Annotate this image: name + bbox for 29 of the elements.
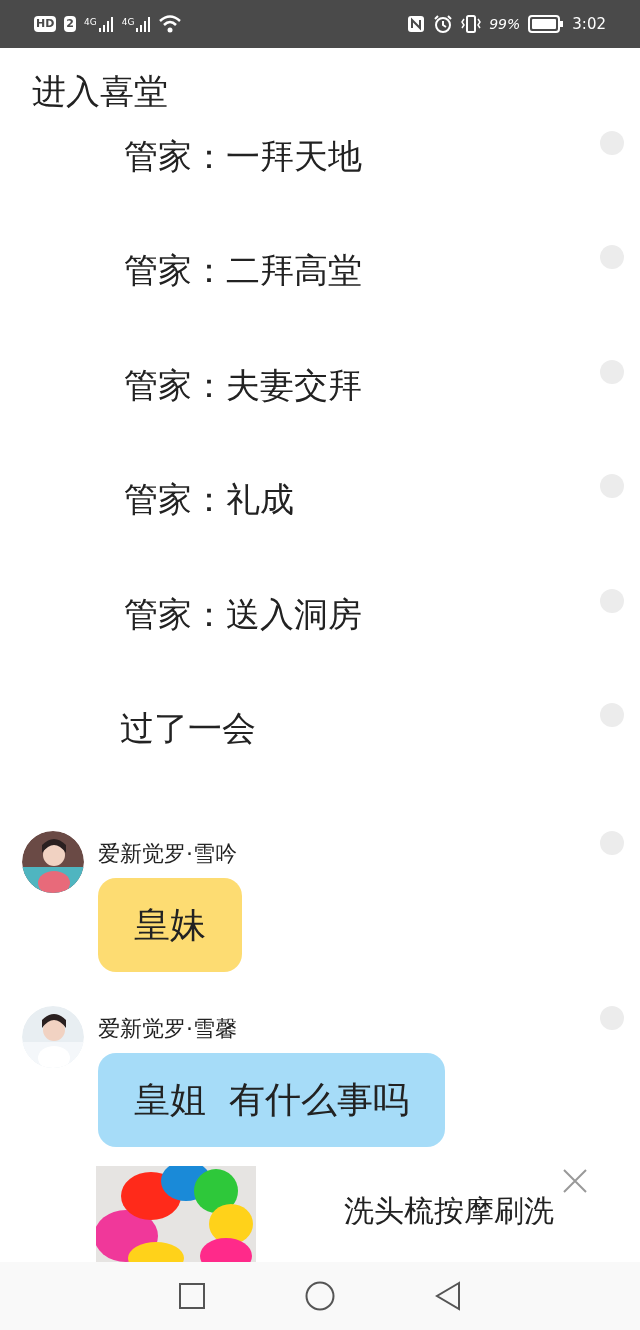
signal-icon — [97, 16, 114, 32]
clock: 3:02 — [572, 13, 606, 35]
narration-text: 管家：二拜高堂 — [123, 249, 362, 293]
hd-label: HD — [34, 15, 57, 33]
network-label: 4G — [84, 16, 97, 29]
page-title: 进入喜堂 — [31, 70, 169, 113]
sim-label: 2 — [64, 15, 76, 33]
vibrate-icon — [461, 15, 482, 33]
narration-text: 管家：一拜天地 — [123, 135, 362, 178]
message-bubble: 皇姐 有什么事吗 — [98, 1052, 445, 1147]
recents-icon[interactable] — [179, 1283, 205, 1309]
battery-icon — [528, 15, 565, 33]
back-icon[interactable] — [435, 1281, 461, 1311]
sender-name: 爱新觉罗·雪吟 — [98, 840, 237, 869]
wifi-icon — [159, 15, 182, 33]
message-bubble: 皇妹 — [98, 878, 242, 973]
sender-name: 爱新觉罗·雪馨 — [98, 1014, 237, 1043]
narration-text: 管家：送入洞房 — [123, 592, 362, 636]
narration-text: 过了一会 — [119, 706, 256, 750]
narration-text: 管家：礼成 — [123, 478, 294, 522]
close-icon[interactable] — [562, 1168, 588, 1194]
signal-icon — [135, 16, 152, 32]
network-label: 4G — [121, 16, 135, 29]
nfc-icon — [407, 15, 426, 33]
battery-percent: 99% — [489, 14, 521, 34]
home-icon[interactable] — [305, 1281, 335, 1311]
ad-title: 洗头梳按摩刷洗 — [344, 1192, 554, 1230]
narration-text: 管家：夫妻交拜 — [123, 363, 362, 407]
alarm-icon — [433, 14, 454, 34]
